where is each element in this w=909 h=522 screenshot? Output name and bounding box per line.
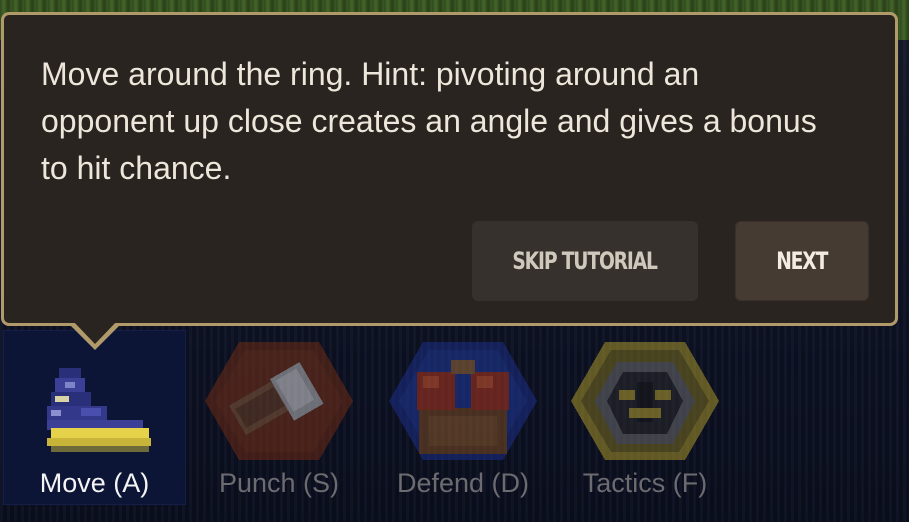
action-tactics-label: Tactics (F) (582, 468, 708, 498)
tutorial-popup: Move around the ring. Hint: pivoting aro… (1, 12, 898, 326)
next-label: NEXT (776, 247, 829, 275)
skip-tutorial-button[interactable]: SKIP TUTORIAL (472, 221, 698, 301)
action-bar: Move (A) Punch (S) Defend (D) Tactics (F… (0, 330, 909, 522)
action-defend[interactable]: Defend (D) (373, 330, 553, 505)
action-defend-label: Defend (D) (396, 468, 530, 498)
fist-icon (205, 342, 353, 460)
popup-pointer-fill (72, 320, 118, 344)
action-move-label: Move (A) (39, 468, 150, 498)
skip-tutorial-label: SKIP TUTORIAL (512, 247, 659, 275)
action-tactics[interactable]: Tactics (F) (562, 330, 728, 505)
gloves-guard-icon (389, 342, 537, 460)
tutorial-message: Move around the ring. Hint: pivoting aro… (41, 56, 817, 186)
helmet-icon (571, 342, 719, 460)
action-punch[interactable]: Punch (S) (196, 330, 362, 505)
action-move[interactable]: Move (A) (3, 330, 186, 505)
next-button[interactable]: NEXT (735, 221, 869, 301)
boot-icon (46, 368, 151, 452)
action-punch-label: Punch (S) (218, 468, 340, 498)
